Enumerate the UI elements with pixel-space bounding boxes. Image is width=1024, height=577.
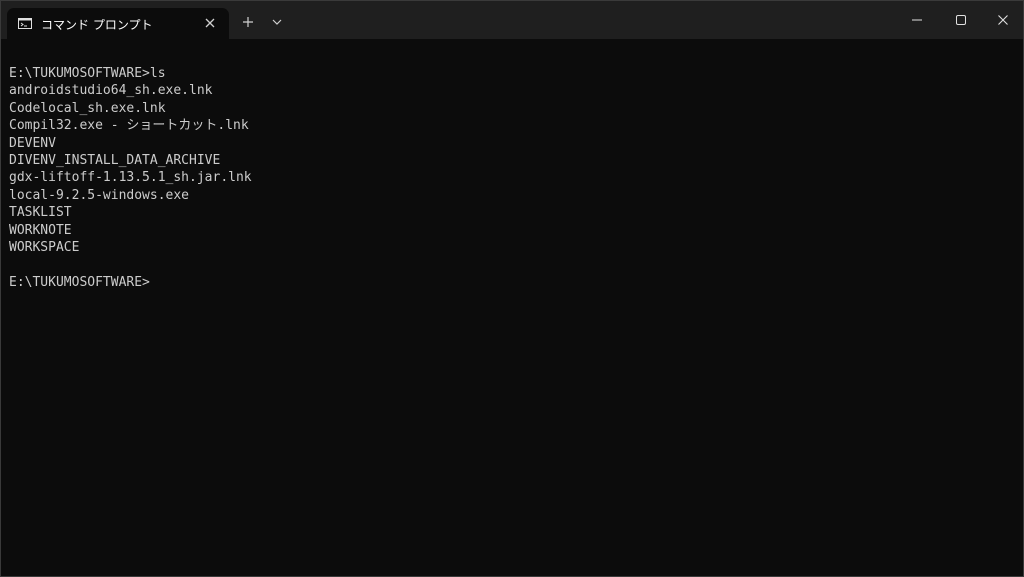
terminal-line: WORKSPACE: [9, 239, 80, 255]
terminal-line: DIVENV_INSTALL_DATA_ARCHIVE: [9, 152, 221, 168]
close-icon[interactable]: [997, 14, 1009, 26]
plus-icon[interactable]: [241, 15, 255, 29]
terminal-line: Codelocal_sh.exe.lnk: [9, 100, 166, 116]
terminal-prompt: E:\TUKUMOSOFTWARE>: [9, 274, 150, 290]
terminal-line: gdx-liftoff-1.13.5.1_sh.jar.lnk: [9, 170, 252, 186]
terminal-output[interactable]: E:\TUKUMOSOFTWARE>ls androidstudio64_sh.…: [9, 65, 1009, 291]
minimize-icon[interactable]: [911, 14, 923, 26]
tab-command-prompt[interactable]: コマンド プロンプト: [7, 8, 229, 39]
terminal-line: local-9.2.5-windows.exe: [9, 187, 190, 203]
terminal-line: TASKLIST: [9, 205, 72, 221]
chevron-down-icon[interactable]: [271, 17, 283, 27]
terminal-line: androidstudio64_sh.exe.lnk: [9, 83, 213, 99]
terminal-line: WORKNOTE: [9, 222, 72, 238]
close-icon[interactable]: [203, 16, 217, 30]
terminal-line: DEVENV: [9, 135, 56, 151]
maximize-icon[interactable]: [955, 14, 967, 26]
terminal-line: Compil32.exe - ショートカット.lnk: [9, 118, 249, 134]
terminal-window: コマンド プロンプト E:\TUKUMOSOFTWARE>ls androids…: [0, 0, 1024, 577]
title-bar[interactable]: コマンド プロンプト: [1, 1, 1023, 39]
command-prompt-icon: [18, 18, 32, 29]
terminal-line: E:\TUKUMOSOFTWARE>ls: [9, 66, 166, 81]
tab-title: コマンド プロンプト: [41, 18, 153, 32]
